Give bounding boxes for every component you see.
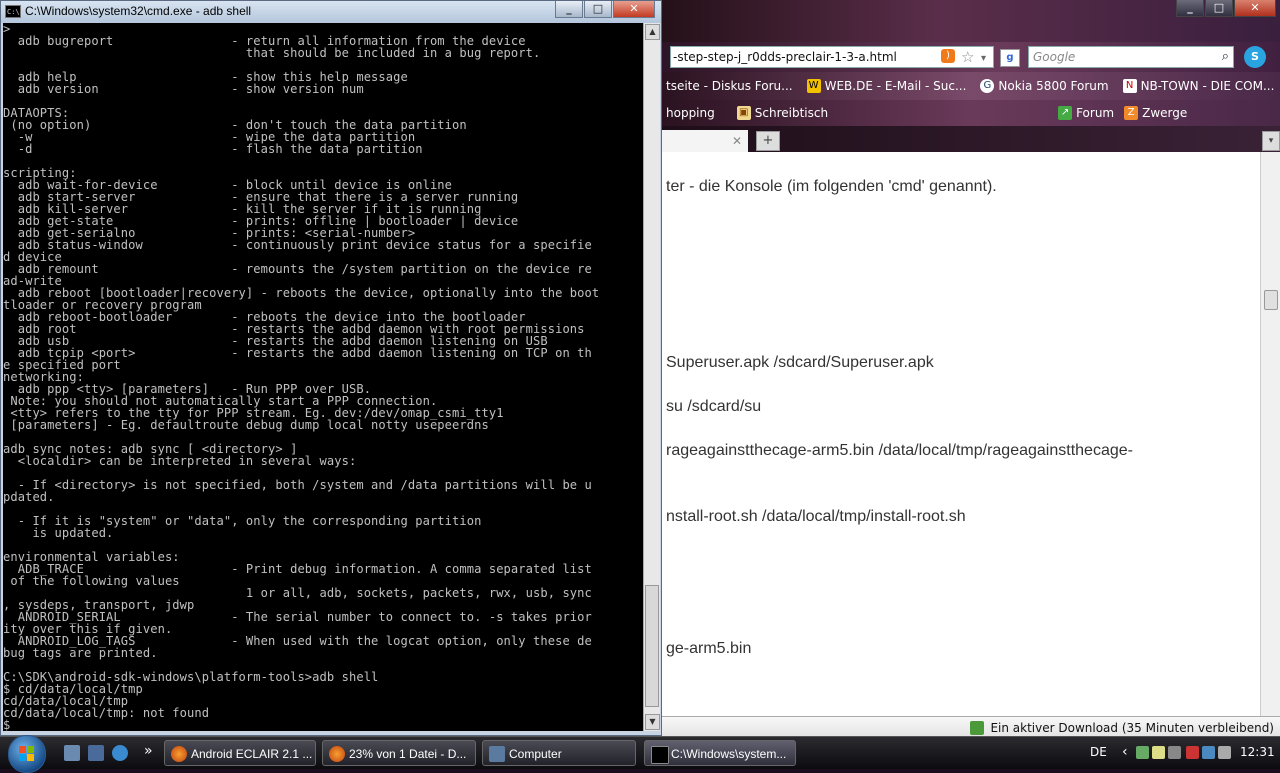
- cmd-minimize-button[interactable]: _: [555, 1, 583, 18]
- search-engine-icon[interactable]: g: [1000, 49, 1020, 67]
- cmd-title: C:\Windows\system32\cmd.exe - adb shell: [25, 4, 252, 18]
- url-dropdown-icon[interactable]: ▾: [981, 49, 986, 67]
- page-scrollbar[interactable]: [1260, 152, 1280, 716]
- browser-maximize-button[interactable]: □: [1205, 0, 1233, 17]
- tab-close-icon[interactable]: ✕: [732, 134, 742, 148]
- bookmarks-toolbar: tseite - Diskus Foru... W WEB.DE - E-Mai…: [660, 72, 1280, 100]
- cmd-close-button[interactable]: ✕: [613, 1, 655, 18]
- console-output: > adb bugreport - return all information…: [3, 23, 600, 731]
- cmd-titlebar[interactable]: C:\ C:\Windows\system32\cmd.exe - adb sh…: [1, 1, 661, 23]
- bookmark-label: tseite - Diskus Foru...: [666, 79, 793, 93]
- navigation-toolbar: -step-step-j_r0dds-preclair-1-3-a.html )…: [660, 42, 1280, 72]
- bookmark-item[interactable]: N NB-TOWN - DIE COM...: [1122, 79, 1275, 93]
- scroll-up-icon[interactable]: ▲: [645, 24, 660, 40]
- forum-icon: G: [980, 79, 995, 93]
- tab-list-button[interactable]: ▾: [1262, 131, 1280, 151]
- new-tab-button[interactable]: +: [756, 131, 780, 151]
- bookmarks-toolbar-2: hopping ▣ Schreibtisch ↗ Forum Z Zwerge: [660, 100, 1280, 126]
- bookmark-item[interactable]: Z Zwerge: [1124, 106, 1187, 120]
- console-area[interactable]: > adb bugreport - return all information…: [3, 23, 643, 731]
- url-text: -step-step-j_r0dds-preclair-1-3-a.html: [673, 50, 897, 64]
- windows-logo-icon: [19, 746, 35, 762]
- content-line: ge-arm5.bin: [666, 640, 752, 657]
- url-bar[interactable]: -step-step-j_r0dds-preclair-1-3-a.html )…: [670, 46, 994, 68]
- system-tray: DE ‹ 12:31: [1086, 737, 1280, 769]
- browser-close-button[interactable]: ✕: [1234, 0, 1276, 17]
- cmd-app-icon[interactable]: C:\: [5, 5, 21, 18]
- firefox-download-icon: [329, 746, 345, 762]
- bookmark-label: Forum: [1076, 106, 1115, 120]
- taskbar-button-computer[interactable]: Computer: [482, 740, 636, 766]
- browser-titlebar: _ □ ✕: [660, 0, 1280, 42]
- nbtown-icon: N: [1122, 79, 1137, 93]
- search-input[interactable]: Google ⌕: [1028, 46, 1234, 68]
- bookmark-label: Nokia 5800 Forum: [998, 79, 1109, 93]
- content-line: su /sdcard/su: [666, 398, 762, 415]
- download-status[interactable]: Ein aktiver Download (35 Minuten verblei…: [970, 721, 1274, 735]
- safely-remove-icon[interactable]: [1186, 746, 1199, 759]
- cmd-taskbar-icon: [651, 746, 669, 764]
- computer-icon: [489, 746, 505, 762]
- quicklaunch-more-icon[interactable]: »: [144, 743, 153, 759]
- zwerge-icon: Z: [1124, 106, 1139, 120]
- switch-windows-icon[interactable]: [88, 745, 104, 761]
- content-line: ter - die Konsole (im folgenden 'cmd' ge…: [666, 178, 997, 195]
- webde-icon: W: [806, 79, 821, 93]
- tab-bar: ✕ + ▾: [660, 126, 1280, 152]
- start-button[interactable]: [8, 735, 46, 773]
- download-icon: [970, 721, 985, 735]
- search-placeholder: Google: [1033, 50, 1076, 64]
- content-line: nstall-root.sh /data/local/tmp/install-r…: [666, 508, 966, 525]
- download-status-text: Ein aktiver Download (35 Minuten verblei…: [990, 721, 1274, 735]
- taskbar-button-label: 23% von 1 Datei - D...: [349, 747, 467, 761]
- skype-icon[interactable]: S: [1244, 46, 1266, 68]
- taskbar-button-cmd[interactable]: C:\Windows\system...: [644, 740, 796, 766]
- rss-icon[interactable]: ): [941, 49, 955, 63]
- browser-window: _ □ ✕ -step-step-j_r0dds-preclair-1-3-a.…: [660, 0, 1280, 741]
- forum-bookmark-icon: ↗: [1058, 106, 1073, 120]
- bookmark-item[interactable]: W WEB.DE - E-Mail - Suc...: [806, 79, 967, 93]
- taskbar: » Android ECLAIR 2.1 ... 23% von 1 Datei…: [0, 735, 1280, 773]
- page-scrollbar-thumb[interactable]: [1264, 290, 1278, 310]
- bookmark-item[interactable]: ↗ Forum: [1058, 106, 1114, 120]
- content-line: Superuser.apk /sdcard/Superuser.apk: [666, 354, 934, 371]
- bookmark-star-icon[interactable]: ☆: [961, 47, 974, 67]
- bookmark-label: NB-TOWN - DIE COM...: [1140, 79, 1275, 93]
- volume-icon[interactable]: [1218, 746, 1231, 759]
- search-icon[interactable]: ⌕: [1222, 47, 1229, 67]
- tray-app-icon[interactable]: [1168, 746, 1181, 759]
- bookmark-label: Zwerge: [1142, 106, 1188, 120]
- monitor-icon[interactable]: [1202, 746, 1215, 759]
- cmd-scrollbar-thumb[interactable]: [645, 585, 659, 707]
- taskbar-button-label: Android ECLAIR 2.1 ...: [191, 747, 313, 761]
- tray-expand-icon[interactable]: ‹: [1122, 744, 1128, 760]
- cmd-scrollbar[interactable]: ▲ ▼: [643, 23, 660, 731]
- taskbar-button-label: C:\Windows\system...: [671, 747, 787, 761]
- show-desktop-icon[interactable]: [64, 745, 80, 761]
- taskbar-button-label: Computer: [509, 747, 562, 761]
- bookmark-label: Schreibtisch: [754, 106, 829, 120]
- taskbar-button-firefox[interactable]: Android ECLAIR 2.1 ...: [164, 740, 316, 766]
- tray-app-icon[interactable]: [1152, 746, 1165, 759]
- bookmark-item[interactable]: ▣ Schreibtisch: [736, 106, 829, 120]
- page-content: ter - die Konsole (im folgenden 'cmd' ge…: [660, 152, 1260, 716]
- bookmark-item[interactable]: tseite - Diskus Foru...: [666, 79, 793, 93]
- network-icon[interactable]: [1136, 746, 1149, 759]
- clock[interactable]: 12:31: [1240, 745, 1275, 759]
- language-indicator[interactable]: DE: [1090, 745, 1107, 759]
- scroll-down-icon[interactable]: ▼: [645, 714, 660, 730]
- bookmark-label: WEB.DE - E-Mail - Suc...: [824, 79, 967, 93]
- bookmark-item[interactable]: G Nokia 5800 Forum: [980, 79, 1109, 93]
- browser-minimize-button[interactable]: _: [1176, 0, 1204, 17]
- bookmark-label: hopping: [666, 106, 715, 120]
- taskbar-button-download[interactable]: 23% von 1 Datei - D...: [322, 740, 476, 766]
- desktop-icon: ▣: [736, 106, 751, 120]
- bookmark-item[interactable]: hopping: [666, 106, 715, 120]
- content-line: rageagainstthecage-arm5.bin /data/local/…: [666, 442, 1133, 459]
- internet-explorer-icon[interactable]: [112, 745, 128, 761]
- cmd-window: C:\ C:\Windows\system32\cmd.exe - adb sh…: [0, 0, 662, 736]
- firefox-icon: [171, 746, 187, 762]
- cmd-maximize-button[interactable]: □: [584, 1, 612, 18]
